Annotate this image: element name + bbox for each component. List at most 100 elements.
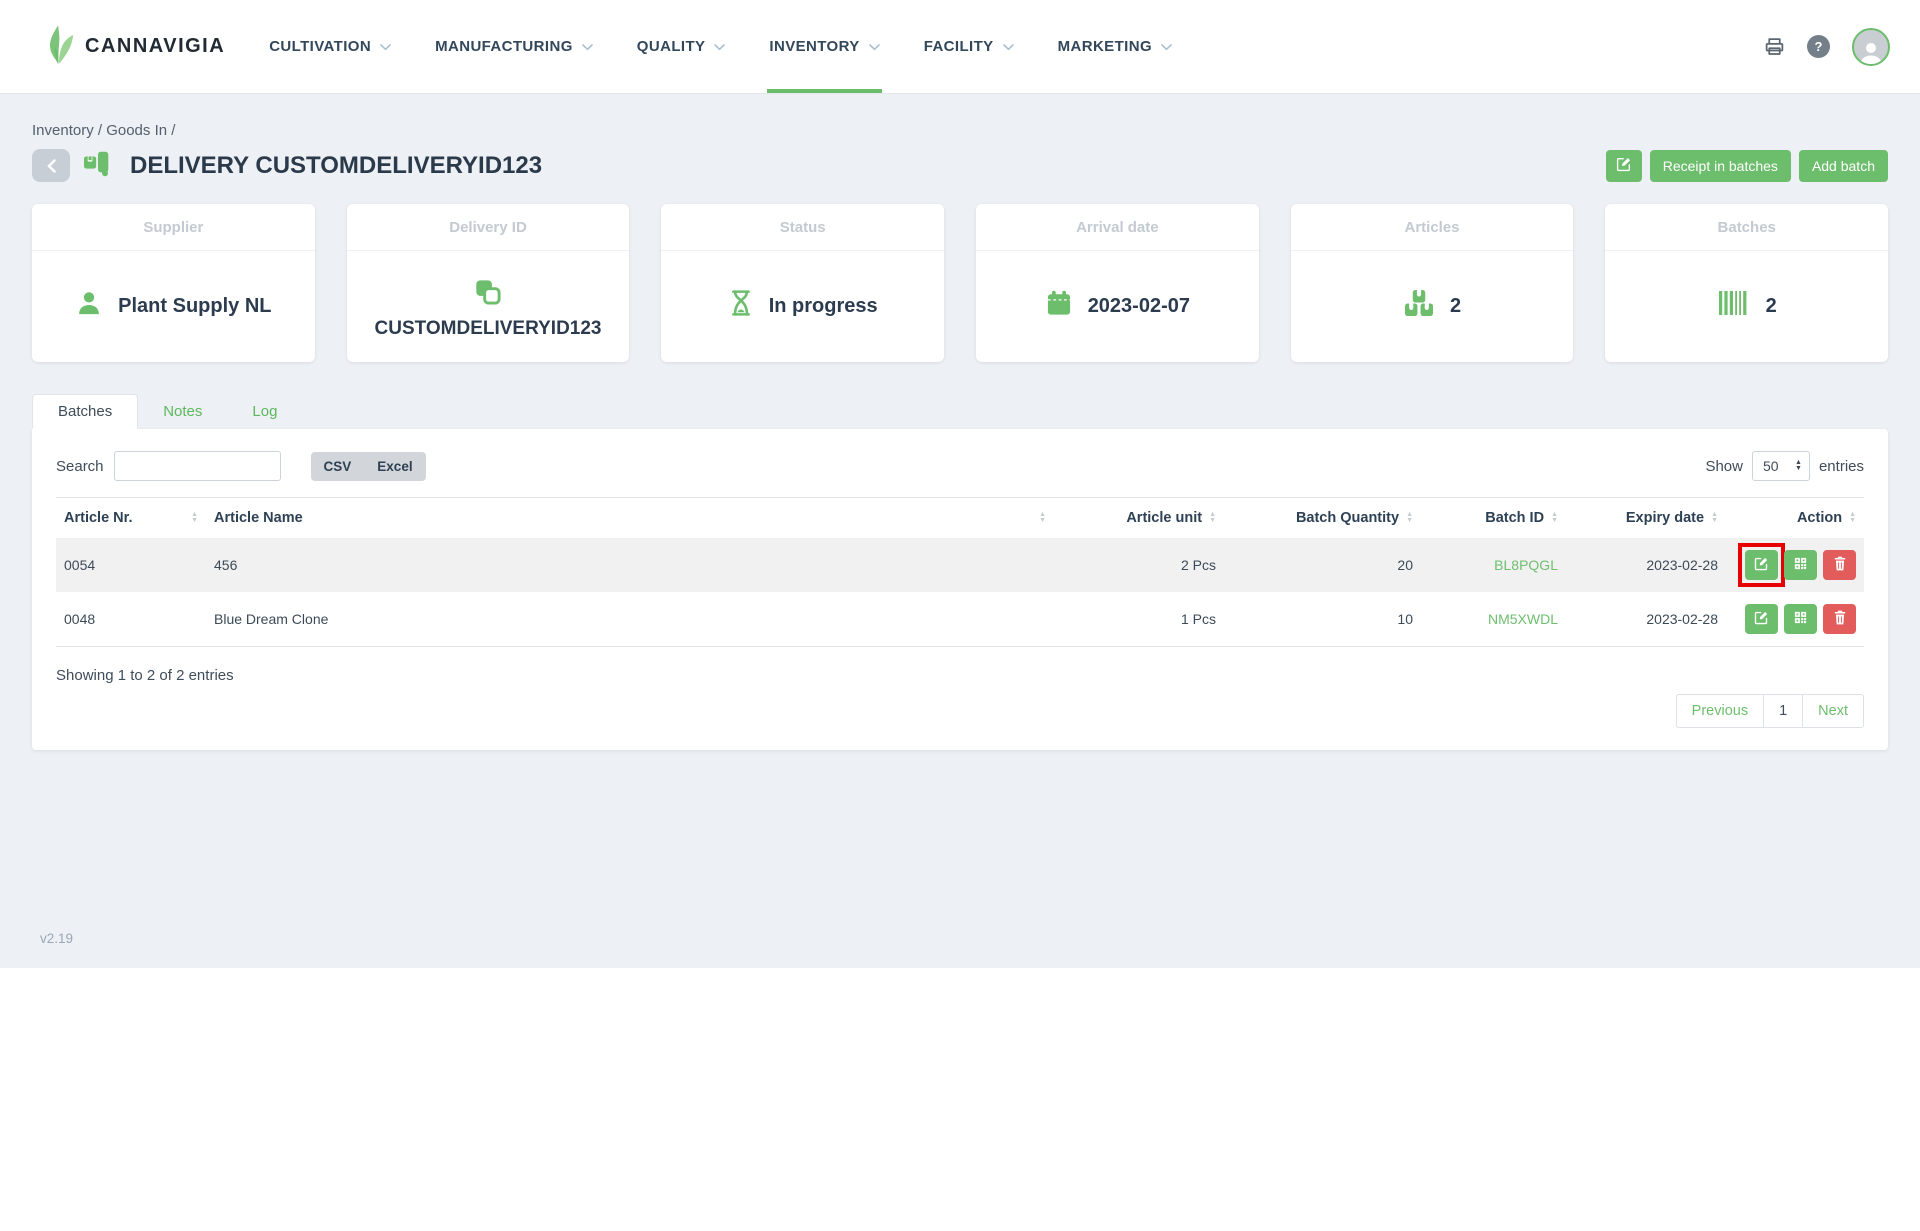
card-status: Status In progress: [661, 204, 944, 362]
table-row: 0054 456 2 Pcs 20 BL8PQGL 2023-02-28: [56, 538, 1864, 592]
column-header-expiry-date[interactable]: Expiry date▲▼: [1566, 498, 1726, 539]
column-header-article-unit[interactable]: Article unit▲▼: [1054, 498, 1224, 539]
nav-item-cultivation[interactable]: CULTIVATION: [269, 0, 391, 93]
qr-code-icon: [1793, 556, 1808, 574]
edit-icon: [1754, 610, 1769, 628]
chevron-down-icon: [1003, 38, 1014, 55]
chevron-down-icon: [1161, 38, 1172, 55]
table-row: 0048 Blue Dream Clone 1 Pcs 10 NM5XWDL 2…: [56, 592, 1864, 647]
topbar-right: ?: [1764, 28, 1890, 66]
chevron-down-icon: [380, 38, 391, 55]
qr-code-button[interactable]: [1784, 604, 1817, 634]
page-title: DELIVERY CUSTOMDELIVERYID123: [130, 152, 542, 180]
previous-page-button[interactable]: Previous: [1676, 694, 1764, 728]
cell-article-unit: 2 Pcs: [1054, 538, 1224, 592]
card-value: Plant Supply NL: [118, 295, 271, 318]
qr-code-button[interactable]: [1784, 550, 1817, 580]
sort-icon: ▲▼: [1551, 512, 1558, 524]
card-arrival-date: Arrival date 2023-02-07: [976, 204, 1259, 362]
tab-batches[interactable]: Batches: [32, 394, 138, 429]
column-header-batch-quantity[interactable]: Batch Quantity▲▼: [1224, 498, 1421, 539]
brand-logo[interactable]: CANNAVIGIA: [43, 23, 225, 70]
help-icon[interactable]: ?: [1807, 35, 1830, 58]
search-label: Search: [56, 458, 104, 475]
copy-icon: [473, 277, 503, 313]
column-header-article-name[interactable]: Article Name▲▼: [206, 498, 1054, 539]
tabs: Batches Notes Log: [32, 394, 1888, 429]
page-size-select[interactable]: 50 ▲▼: [1752, 451, 1810, 481]
cell-article-nr: 0054: [56, 538, 206, 592]
breadcrumb[interactable]: Inventory / Goods In /: [32, 122, 1888, 139]
table-summary: Showing 1 to 2 of 2 entries: [56, 647, 1864, 690]
card-articles: Articles: [1291, 204, 1574, 362]
table-header-row: Article Nr.▲▼ Article Name▲▼ Article uni…: [56, 498, 1864, 539]
cell-expiry-date: 2023-02-28: [1566, 538, 1726, 592]
tab-log[interactable]: Log: [227, 394, 302, 429]
delivery-truck-icon: [82, 149, 114, 182]
column-header-article-nr[interactable]: Article Nr.▲▼: [56, 498, 206, 539]
main-content: Inventory / Goods In / DELIVERY CUSTOMDE…: [0, 94, 1920, 968]
tab-notes[interactable]: Notes: [138, 394, 227, 429]
sort-icon: ▲▼: [1406, 512, 1413, 524]
excel-export-button[interactable]: Excel: [364, 452, 425, 481]
title-actions: Receipt in batches Add batch: [1606, 150, 1888, 182]
brand-name: CANNAVIGIA: [85, 35, 225, 58]
nav-item-manufacturing[interactable]: MANUFACTURING: [435, 0, 593, 93]
delete-batch-button[interactable]: [1823, 604, 1856, 634]
nav-item-inventory[interactable]: INVENTORY: [769, 0, 879, 93]
delete-batch-button[interactable]: [1823, 550, 1856, 580]
page-size-value: 50: [1763, 458, 1779, 474]
leaf-logo-icon: [43, 23, 75, 70]
main-navigation: CULTIVATION MANUFACTURING QUALITY INVENT…: [269, 0, 1172, 93]
person-icon: [75, 289, 103, 323]
page-size-control: Show 50 ▲▼ entries: [1705, 451, 1864, 481]
search-input[interactable]: [114, 451, 281, 481]
add-batch-button[interactable]: Add batch: [1799, 150, 1888, 182]
column-header-batch-id[interactable]: Batch ID▲▼: [1421, 498, 1566, 539]
chevron-down-icon: [582, 38, 593, 55]
page-number-button[interactable]: 1: [1763, 694, 1803, 728]
export-buttons: CSV Excel: [311, 452, 426, 481]
chevron-down-icon: [869, 38, 880, 55]
nav-item-facility[interactable]: FACILITY: [924, 0, 1014, 93]
cell-expiry-date: 2023-02-28: [1566, 592, 1726, 647]
nav-item-quality[interactable]: QUALITY: [637, 0, 726, 93]
edit-batch-button[interactable]: [1745, 550, 1778, 580]
calendar-icon: [1045, 289, 1073, 323]
edit-delivery-button[interactable]: [1606, 150, 1642, 182]
card-label: Delivery ID: [347, 204, 630, 251]
entries-label: entries: [1819, 458, 1864, 475]
stepper-icon: ▲▼: [1795, 460, 1802, 472]
edit-batch-button[interactable]: [1745, 604, 1778, 634]
sort-icon: ▲▼: [1039, 512, 1046, 524]
nav-item-marketing[interactable]: MARKETING: [1058, 0, 1172, 93]
batch-id-link[interactable]: NM5XWDL: [1488, 611, 1558, 627]
barcode-icon: [1717, 290, 1751, 322]
card-label: Batches: [1605, 204, 1888, 251]
card-batches: Batches 2: [1605, 204, 1888, 362]
sort-icon: ▲▼: [1849, 512, 1856, 524]
info-cards: Supplier Plant Supply NL Delivery ID: [32, 204, 1888, 362]
back-button[interactable]: [32, 149, 70, 182]
csv-export-button[interactable]: CSV: [311, 452, 365, 481]
batches-table: Article Nr.▲▼ Article Name▲▼ Article uni…: [56, 497, 1864, 647]
card-value: 2023-02-07: [1088, 295, 1190, 318]
nav-label: CULTIVATION: [269, 38, 371, 55]
nav-label: QUALITY: [637, 38, 706, 55]
boxes-icon: [1403, 289, 1435, 323]
card-value: In progress: [769, 295, 878, 318]
next-page-button[interactable]: Next: [1802, 694, 1864, 728]
batch-id-link[interactable]: BL8PQGL: [1494, 557, 1558, 573]
column-header-action[interactable]: Action▲▼: [1726, 498, 1864, 539]
pagination: Previous 1 Next: [56, 694, 1864, 728]
app-version: v2.19: [40, 931, 73, 946]
trash-icon: [1833, 610, 1847, 628]
user-avatar[interactable]: [1852, 28, 1890, 66]
card-label: Articles: [1291, 204, 1574, 251]
cell-article-name: Blue Dream Clone: [206, 592, 1054, 647]
trash-icon: [1833, 556, 1847, 574]
card-value: 2: [1766, 295, 1777, 318]
receipt-in-batches-button[interactable]: Receipt in batches: [1650, 150, 1791, 182]
print-icon[interactable]: [1764, 36, 1785, 57]
cell-article-nr: 0048: [56, 592, 206, 647]
